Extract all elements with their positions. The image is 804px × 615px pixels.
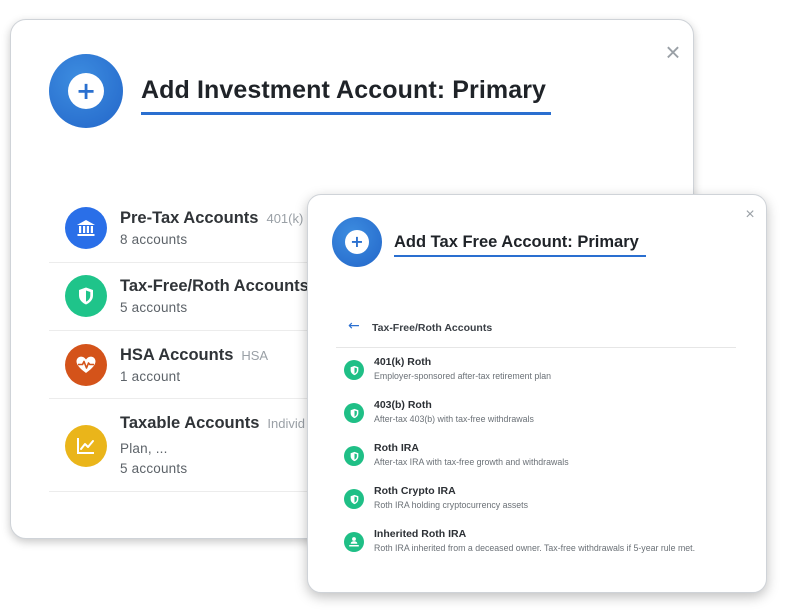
- option-description: Roth IRA inherited from a deceased owner…: [374, 543, 696, 553]
- chart-icon: [65, 425, 107, 467]
- option-name: 403(b) Roth: [374, 399, 432, 411]
- account-tag: Individ: [267, 416, 305, 431]
- option-inherited-roth-ira[interactable]: Inherited Roth IRA Roth IRA inherited fr…: [336, 528, 736, 568]
- option-401k-roth[interactable]: 401(k) Roth Employer-sponsored after-tax…: [336, 356, 736, 396]
- option-name: Inherited Roth IRA: [374, 528, 467, 540]
- account-plan-text: Plan, ...: [120, 441, 168, 456]
- section-label: Tax-Free/Roth Accounts: [372, 322, 493, 334]
- shield-icon: [65, 275, 107, 317]
- close-icon[interactable]: ×: [661, 39, 685, 65]
- shield-icon: [344, 446, 364, 466]
- option-description: After-tax 403(b) with tax-free withdrawa…: [374, 414, 534, 424]
- account-name-text: Pre-Tax Accounts: [120, 209, 259, 227]
- account-count: 5 accounts: [120, 300, 188, 315]
- add-tax-free-account-dialog: × + Add Tax Free Account: Primary ← Tax-…: [307, 194, 767, 593]
- option-name: Roth Crypto IRA: [374, 485, 456, 497]
- account-count: 8 accounts: [120, 232, 188, 247]
- account-name: Tax-Free/Roth Accounts: [120, 277, 309, 296]
- add-account-badge: +: [332, 217, 382, 267]
- bank-icon: [65, 207, 107, 249]
- account-name-text: Tax-Free/Roth Accounts: [120, 277, 309, 295]
- shield-icon: [344, 360, 364, 380]
- option-403b-roth[interactable]: 403(b) Roth After-tax 403(b) with tax-fr…: [336, 399, 736, 439]
- plus-icon: +: [68, 73, 104, 109]
- person-hand-icon: [344, 532, 364, 552]
- plus-icon: +: [345, 230, 369, 254]
- option-description: Employer-sponsored after-tax retirement …: [374, 371, 551, 381]
- account-name: Pre-Tax Accounts 401(k): [120, 209, 303, 228]
- account-count: 1 account: [120, 369, 181, 384]
- option-roth-crypto-ira[interactable]: Roth Crypto IRA Roth IRA holding cryptoc…: [336, 485, 736, 525]
- account-tag: 401(k): [266, 211, 304, 226]
- shield-icon: [344, 489, 364, 509]
- back-arrow-icon[interactable]: ←: [348, 319, 360, 333]
- option-name: 401(k) Roth: [374, 356, 432, 368]
- divider: [336, 347, 736, 348]
- title-underline: [141, 112, 551, 115]
- option-name: Roth IRA: [374, 442, 419, 454]
- shield-icon: [344, 403, 364, 423]
- account-name-text: HSA Accounts: [120, 346, 234, 364]
- option-description: Roth IRA holding cryptocurrency assets: [374, 500, 529, 510]
- option-roth-ira[interactable]: Roth IRA After-tax IRA with tax-free gro…: [336, 442, 736, 482]
- stage: × + Add Investment Account: Primary Pre-…: [0, 0, 804, 615]
- add-account-badge: +: [49, 54, 123, 128]
- dialog-title: Add Investment Account: Primary: [141, 76, 547, 104]
- account-name-text: Taxable Accounts: [120, 414, 260, 432]
- account-count: 5 accounts: [120, 461, 188, 476]
- dialog-title: Add Tax Free Account: Primary: [394, 233, 639, 251]
- close-icon[interactable]: ×: [742, 207, 758, 223]
- account-name: HSA Accounts HSA: [120, 346, 268, 365]
- account-tag: HSA: [241, 348, 269, 363]
- account-name: Taxable Accounts Individ: [120, 414, 305, 433]
- plus-glyph: +: [350, 232, 364, 251]
- option-description: After-tax IRA with tax-free growth and w…: [374, 457, 569, 467]
- title-underline: [394, 255, 646, 257]
- heart-pulse-icon: [65, 344, 107, 386]
- plus-glyph: +: [75, 77, 97, 105]
